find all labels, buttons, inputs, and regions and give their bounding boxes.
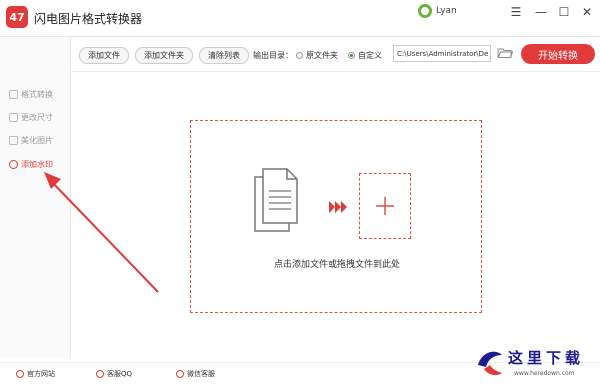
wechat-support-label: 微信客服 [187, 370, 215, 378]
official-site-label: 官方网站 [27, 370, 55, 378]
watermark-logo: 这里下载 www.heredown.com [468, 343, 598, 383]
qq-support-link[interactable]: 客服QQ [96, 369, 132, 379]
watermark-url: www.heredown.com [514, 370, 575, 377]
home-icon [16, 370, 24, 378]
official-site-link[interactable]: 官方网站 [16, 369, 55, 379]
watermark-text: 这里下载 [508, 349, 585, 367]
watermark-bird-icon [478, 351, 502, 376]
qq-icon [96, 370, 104, 378]
annotation-arrow-icon [44, 172, 159, 293]
qq-support-label: 客服QQ [107, 370, 133, 378]
wechat-support-link[interactable]: 微信客服 [176, 369, 215, 379]
wechat-icon [176, 370, 184, 378]
